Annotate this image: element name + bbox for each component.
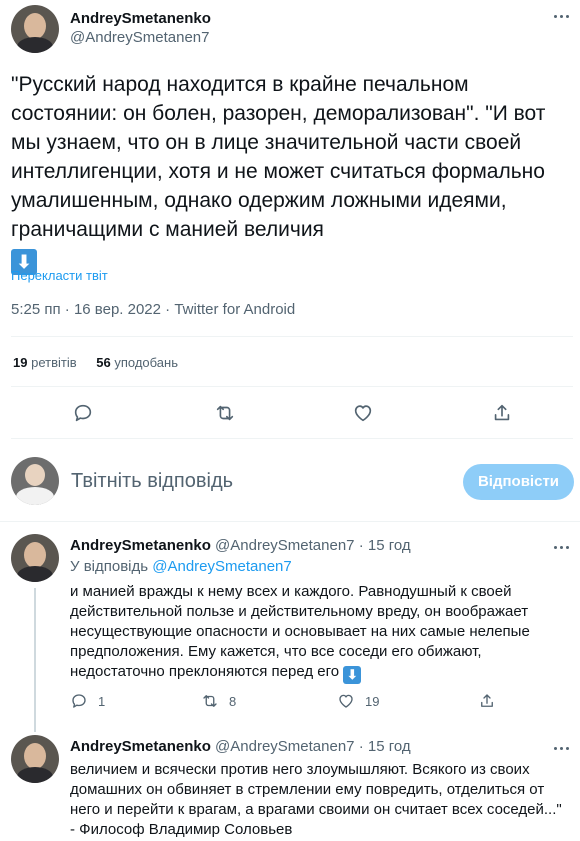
reply-count: 1 bbox=[98, 693, 106, 709]
submit-reply-button[interactable]: Відповісти bbox=[463, 464, 574, 500]
author-handle[interactable]: @AndreySmetanen7 bbox=[70, 29, 209, 46]
replying-to-handle[interactable]: @AndreySmetanen7 bbox=[152, 558, 291, 575]
heart-icon bbox=[339, 694, 353, 708]
avatar-body bbox=[17, 767, 53, 783]
avatar-face bbox=[24, 13, 46, 39]
meta-separator: · bbox=[64, 301, 70, 318]
retweet-button[interactable] bbox=[214, 402, 236, 429]
avatar-face bbox=[25, 464, 45, 486]
share-button[interactable] bbox=[491, 402, 513, 429]
reply-retweet-button[interactable]: 8 bbox=[201, 692, 236, 710]
author-avatar[interactable] bbox=[11, 5, 59, 53]
replying-to: У відповідь @AndreySmetanen7 bbox=[70, 558, 292, 575]
retweet-count: 8 bbox=[229, 693, 237, 709]
meta-separator: · bbox=[358, 738, 364, 755]
author-name[interactable]: AndreySmetanenko bbox=[70, 10, 211, 27]
reply-author-avatar[interactable] bbox=[11, 735, 59, 783]
reply-text: и манией вражды к нему всех и каждого. Р… bbox=[70, 582, 570, 684]
like-count: 19 bbox=[365, 693, 380, 709]
divider bbox=[11, 438, 573, 439]
retweets-stat[interactable]: 19 ретвітів bbox=[13, 355, 80, 370]
meta-separator: · bbox=[358, 537, 364, 554]
tweet-time[interactable]: 5:25 пп bbox=[11, 301, 61, 318]
tweet-source[interactable]: Twitter for Android bbox=[174, 301, 295, 318]
reply-author-handle[interactable]: @AndreySmetanen7 bbox=[215, 537, 354, 554]
share-icon bbox=[481, 694, 493, 707]
reply-body: и манией вражды к нему всех и каждого. Р… bbox=[70, 583, 530, 680]
reply-icon bbox=[72, 694, 86, 708]
reply-text: величием и всячески против него злоумышл… bbox=[70, 761, 562, 838]
like-button[interactable] bbox=[352, 402, 374, 429]
avatar-body bbox=[17, 37, 53, 53]
retweet-icon bbox=[216, 405, 234, 421]
tweet-text: "Русский народ находится в крайне печаль… bbox=[11, 70, 571, 275]
tweet-meta: 5:25 пп · 16 вер. 2022 · Twitter for And… bbox=[11, 301, 295, 318]
reply-author-avatar[interactable] bbox=[11, 534, 59, 582]
divider bbox=[11, 386, 573, 387]
retweets-count: 19 bbox=[13, 355, 28, 370]
divider bbox=[11, 336, 573, 337]
heart-icon bbox=[354, 405, 372, 422]
reply-like-button[interactable]: 19 bbox=[337, 692, 379, 710]
reply-time[interactable]: 15 год bbox=[368, 738, 411, 755]
reply-author-name[interactable]: AndreySmetanenko bbox=[70, 537, 211, 554]
reply-header: AndreySmetanenko @AndreySmetanen7 · 15 г… bbox=[70, 738, 411, 755]
avatar-body bbox=[16, 487, 54, 505]
reply-header: AndreySmetanenko @AndreySmetanen7 · 15 г… bbox=[70, 537, 411, 554]
reply-compose-input[interactable]: Твітніть відповідь bbox=[71, 470, 431, 493]
likes-count: 56 bbox=[96, 355, 111, 370]
avatar-face bbox=[24, 542, 46, 568]
translate-tweet-link[interactable]: Перекласти твіт bbox=[11, 268, 108, 283]
avatar-face bbox=[24, 743, 46, 769]
reply-reply-button[interactable]: 1 bbox=[70, 692, 105, 710]
retweets-label: ретвітів bbox=[31, 355, 77, 370]
retweet-icon bbox=[203, 695, 217, 707]
reply-more-options-icon[interactable] bbox=[549, 742, 573, 754]
stats-row: 19 ретвітів 56 уподобань bbox=[13, 355, 178, 370]
reply-icon bbox=[74, 404, 92, 422]
thread-line bbox=[34, 588, 36, 732]
replying-to-prefix: У відповідь bbox=[70, 558, 149, 575]
reply-author-handle[interactable]: @AndreySmetanen7 bbox=[215, 738, 354, 755]
reply-more-options-icon[interactable] bbox=[549, 541, 573, 553]
likes-label: уподобань bbox=[114, 355, 178, 370]
arrow-down-emoji-icon: ⬇ bbox=[343, 666, 362, 684]
tweet-body: "Русский народ находится в крайне печаль… bbox=[11, 73, 546, 241]
current-user-avatar[interactable] bbox=[11, 457, 59, 505]
avatar-body bbox=[17, 566, 53, 582]
reply-author-name[interactable]: AndreySmetanenko bbox=[70, 738, 211, 755]
share-icon bbox=[494, 404, 510, 421]
reply-share-button[interactable] bbox=[478, 692, 496, 710]
likes-stat[interactable]: 56 уподобань bbox=[96, 355, 178, 370]
divider bbox=[0, 521, 580, 522]
reply-time[interactable]: 15 год bbox=[368, 537, 411, 554]
tweet-date[interactable]: 16 вер. 2022 bbox=[74, 301, 161, 318]
reply-button[interactable] bbox=[72, 402, 94, 429]
more-options-icon[interactable] bbox=[549, 10, 573, 22]
meta-separator: · bbox=[165, 301, 171, 318]
